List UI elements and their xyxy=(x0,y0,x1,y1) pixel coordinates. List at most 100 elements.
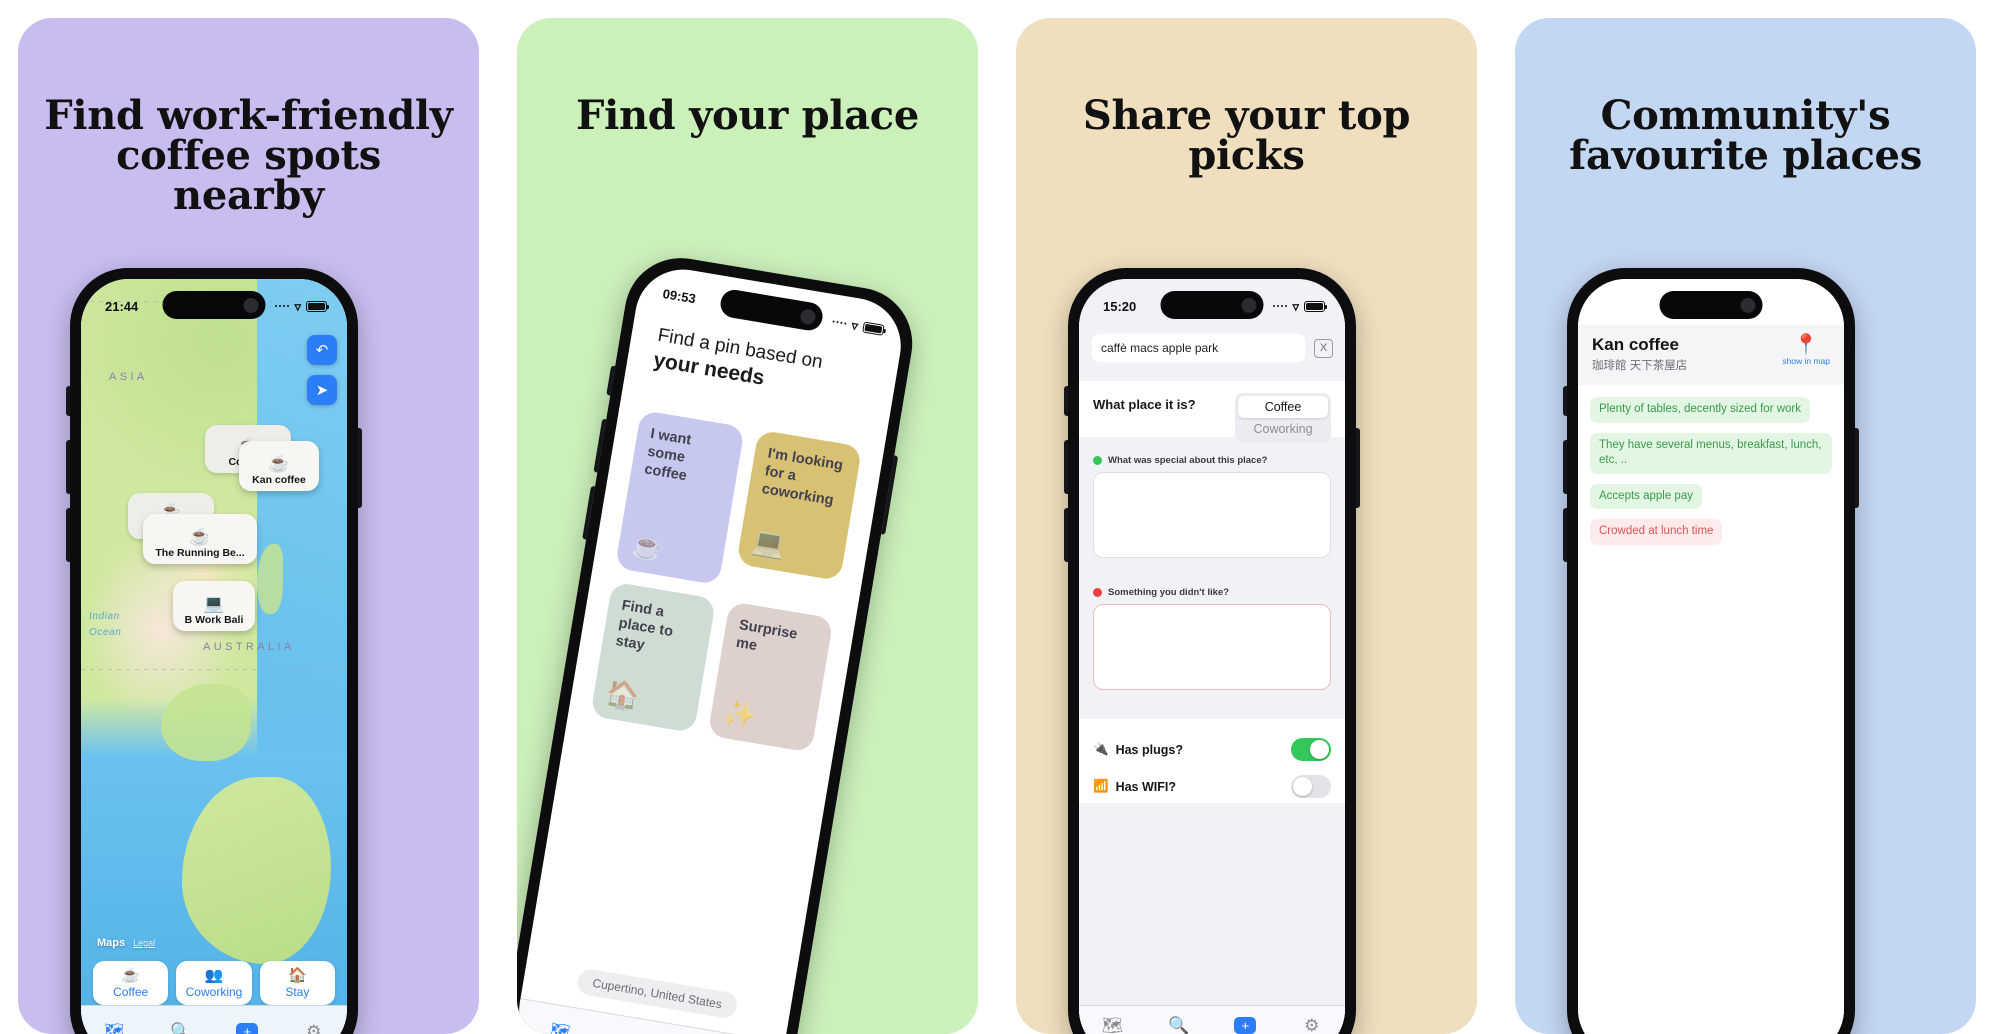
amenity-label: Has plugs? xyxy=(1115,742,1183,757)
battery-icon xyxy=(306,300,330,312)
tab-settings[interactable]: ⚙ Settings xyxy=(1279,1017,1346,1034)
place-search-input[interactable]: caffè macs apple park xyxy=(1091,333,1306,363)
plug-icon: 🔌 xyxy=(1093,742,1109,756)
positive-feedback-textarea[interactable] xyxy=(1093,472,1331,558)
phone-mockup-reviews: Kan coffee 珈琲館 天下茶屋店 📍 show in map Plent… xyxy=(1563,268,1859,1034)
has-plugs-toggle[interactable] xyxy=(1291,738,1331,761)
map-label-indian-ocean-line1: Indian xyxy=(89,611,120,622)
place-type-option-coworking[interactable]: Coworking xyxy=(1238,418,1328,440)
battery-icon xyxy=(1304,300,1328,312)
front-camera-icon xyxy=(799,307,817,325)
phone-volume-up-button xyxy=(1064,440,1068,494)
filter-stay-button[interactable]: 🏠 Stay xyxy=(259,961,335,1005)
positive-feedback-label: What was special about this place? xyxy=(1093,455,1331,466)
phone-silent-switch xyxy=(1064,386,1068,416)
tab-add-new[interactable]: + xyxy=(214,1023,281,1034)
review-tag-list: Plenty of tables, decently sized for wor… xyxy=(1590,397,1832,545)
tab-find[interactable]: 🔍 Find xyxy=(1146,1017,1213,1034)
show-in-map-button[interactable]: 📍 show in map xyxy=(1782,335,1830,366)
plus-icon: + xyxy=(1234,1017,1257,1034)
map-legal-link[interactable]: Legal xyxy=(133,938,155,948)
phone-silent-switch xyxy=(606,365,616,396)
tab-map[interactable]: 🗺 xyxy=(517,1016,606,1034)
need-card-surprise[interactable]: Surprise me ✨ xyxy=(707,601,834,753)
search-icon: 🔍 xyxy=(170,1022,192,1034)
map-label-indian-ocean-line2: Ocean xyxy=(89,627,122,638)
negative-feedback-section: Something you didn't like? xyxy=(1079,575,1345,715)
sparkles-icon: ✨ xyxy=(721,696,760,732)
show-in-map-label: show in map xyxy=(1782,356,1830,366)
phone-volume-down-button xyxy=(1563,508,1567,562)
panel-title: Share your top picks xyxy=(1082,92,1411,179)
map-locate-button[interactable]: ➤ xyxy=(307,375,337,405)
place-type-segmented-control[interactable]: Coffee Coworking xyxy=(1235,393,1331,443)
plus-icon: + xyxy=(236,1023,259,1034)
amenity-row-plugs: 🔌 Has plugs? xyxy=(1093,731,1331,768)
tab-map[interactable]: 🗺 xyxy=(81,1023,148,1034)
positive-feedback-section: What was special about this place? xyxy=(1079,443,1345,575)
amenity-row-wifi: 📶 Has WIFI? xyxy=(1093,768,1331,805)
dynamic-island xyxy=(1160,291,1264,319)
panel-share-top-picks: Share your top picks 15:20 ▿ caffè macs … xyxy=(1016,18,1477,1034)
filter-coworking-button[interactable]: 👥 Coworking xyxy=(176,961,252,1005)
wifi-icon: 📶 xyxy=(1093,779,1109,793)
filter-coffee-button[interactable]: ☕ Coffee xyxy=(93,961,169,1005)
positive-question-text: What was special about this place? xyxy=(1108,455,1268,466)
need-card-label: Find a place to stay xyxy=(614,597,675,654)
review-tag: Crowded at lunch time xyxy=(1590,519,1723,545)
phone-mockup-map: ASIA AUSTRALIA Indian Ocean 21:44 ▿ ↶ ➤ … xyxy=(66,268,362,1034)
tab-find[interactable]: 🔍 xyxy=(603,1031,694,1034)
map-pin[interactable]: 💻 B Work Bali xyxy=(173,581,255,631)
cellular-icon xyxy=(274,304,290,308)
place-type-option-coffee[interactable]: Coffee xyxy=(1238,396,1328,418)
negative-feedback-textarea[interactable] xyxy=(1093,604,1331,690)
phone-screen: 09:53 ▿ Find a pin based on your needs I… xyxy=(517,262,909,1034)
map-pin[interactable]: ☕ Kan coffee xyxy=(239,441,319,491)
close-icon[interactable]: X xyxy=(1314,338,1333,358)
needs-card-grid: I want some coffee ☕ I'm looking for a c… xyxy=(590,409,863,753)
need-card-stay[interactable]: Find a place to stay 🏠 xyxy=(590,581,717,734)
tab-settings[interactable]: ⚙ xyxy=(281,1023,348,1034)
tab-find[interactable]: 🔍 xyxy=(148,1023,215,1034)
negative-feedback-label: Something you didn't like? xyxy=(1093,587,1331,598)
coffee-cup-icon: ☕ xyxy=(121,967,140,984)
map-label-australia: AUSTRALIA xyxy=(203,641,295,653)
phone-volume-up-button xyxy=(66,440,70,494)
map-undo-button[interactable]: ↶ xyxy=(307,335,337,365)
map-pin-label: The Running Be... xyxy=(155,547,245,559)
dynamic-island xyxy=(1659,291,1763,319)
front-camera-icon xyxy=(1241,297,1257,313)
cellular-icon xyxy=(1272,304,1288,308)
phone-power-button xyxy=(881,455,899,535)
phone-power-button xyxy=(1356,428,1360,508)
wifi-icon: ▿ xyxy=(850,317,860,334)
place-name: Kan coffee xyxy=(1592,335,1679,354)
panel-find-your-place: Find your place 09:53 ▿ Find a pin based xyxy=(517,18,978,1034)
phone-volume-down-button xyxy=(66,508,70,562)
map-pin[interactable]: ☕ The Running Be... xyxy=(143,514,257,564)
wifi-icon: ▿ xyxy=(1292,298,1299,314)
phone-mockup-form: 15:20 ▿ caffè macs apple park X What pla… xyxy=(1064,268,1360,1034)
need-card-coworking[interactable]: I'm looking for a coworking 💻 xyxy=(736,429,863,582)
phone-silent-switch xyxy=(66,386,70,416)
phone-screen: ASIA AUSTRALIA Indian Ocean 21:44 ▿ ↶ ➤ … xyxy=(81,279,347,1034)
phone-volume-up-button xyxy=(1563,440,1567,494)
tab-bar: 🗺 Map 🔍 Find + Add new ⚙ Settings xyxy=(1079,1005,1345,1034)
phone-power-button xyxy=(1855,428,1859,508)
phone-screen: Kan coffee 珈琲館 天下茶屋店 📍 show in map Plent… xyxy=(1578,279,1844,1034)
laptop-icon: 💻 xyxy=(203,594,225,613)
front-camera-icon xyxy=(1740,297,1756,313)
people-icon: 👥 xyxy=(204,967,224,984)
phone-screen: 15:20 ▿ caffè macs apple park X What pla… xyxy=(1079,279,1345,1034)
filter-label: Coffee xyxy=(113,985,149,999)
status-time: 21:44 xyxy=(105,298,139,314)
review-tag: They have several menus, breakfast, lunc… xyxy=(1590,432,1832,474)
tab-map[interactable]: 🗺 Map xyxy=(1079,1017,1146,1034)
has-wifi-toggle[interactable] xyxy=(1291,775,1331,798)
phone-volume-down-button xyxy=(582,485,596,540)
map-pin-icon: 📍 xyxy=(1793,334,1819,356)
front-camera-icon xyxy=(243,297,259,313)
need-card-coffee[interactable]: I want some coffee ☕ xyxy=(614,409,745,586)
tab-add-new[interactable]: + Add new xyxy=(1212,1017,1279,1034)
phone-mockup-needs: 09:53 ▿ Find a pin based on your needs I… xyxy=(517,249,921,1034)
